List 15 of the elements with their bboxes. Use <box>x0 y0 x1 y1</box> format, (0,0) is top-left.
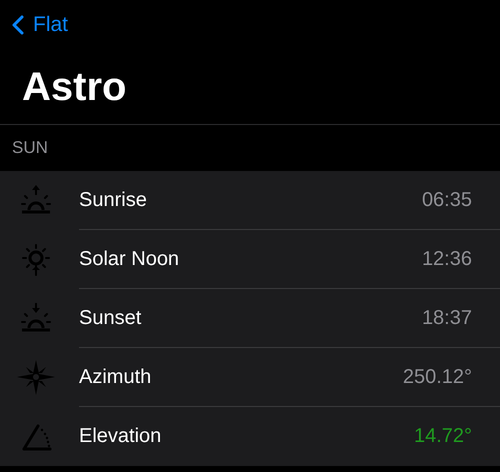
compass-star-icon <box>16 359 56 396</box>
section-header: SUN <box>12 138 48 158</box>
row-label: Azimuth <box>79 366 152 388</box>
page-title: Astro <box>0 50 500 125</box>
row-value: 18:37 <box>422 306 472 330</box>
row-label: Sunrise <box>79 188 147 212</box>
row-label: Sunset <box>79 306 142 330</box>
row-value: 12:36 <box>422 248 472 270</box>
row-label: Elevation <box>79 425 162 448</box>
chevron-left-icon <box>12 15 24 35</box>
row-label: Solar Noon <box>79 248 180 270</box>
row-value: 06:35 <box>422 188 472 212</box>
row-value: 250.12° <box>402 366 472 388</box>
row-value: 14.72° <box>414 425 472 448</box>
back-button[interactable]: Flat <box>12 13 68 37</box>
